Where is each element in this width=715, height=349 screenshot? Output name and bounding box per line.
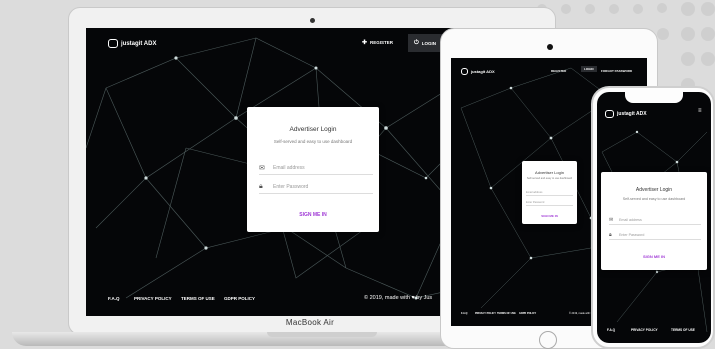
phone-login-title: Advertiser Login	[635, 187, 673, 193]
logo-icon	[108, 39, 118, 48]
register-user-icon: ✚	[362, 40, 368, 46]
phone-lock-icon: 🔒︎	[609, 231, 612, 238]
phone-notch	[625, 92, 683, 103]
laptop-camera	[310, 18, 315, 23]
phone-brand-name: justagit ADX	[617, 111, 647, 117]
tablet-sign-in-button[interactable]: SIGN ME IN	[522, 214, 577, 218]
tablet-password-placeholder: Enter Password	[526, 200, 545, 204]
tablet-email-placeholder: Email address	[526, 190, 543, 194]
register-link[interactable]: ✚ REGISTER	[362, 39, 393, 46]
phone-password-placeholder: Enter Password	[619, 232, 645, 237]
email-icon: ✉	[259, 165, 265, 172]
tablet-password-field[interactable]: Enter Password	[526, 199, 573, 206]
login-link[interactable]: ⏻ LOGIN	[408, 34, 442, 52]
footer-privacy[interactable]: PRIVACY POLICY	[134, 296, 172, 301]
tablet-footer-privacy[interactable]: PRIVACY POLICY	[475, 312, 496, 315]
phone-footer-privacy[interactable]: PRIVACY POLICY	[631, 328, 658, 332]
tablet-footer-faq[interactable]: F.A.Q	[461, 312, 467, 315]
tablet-forgot-label: FORGOT PASSWORD	[601, 69, 633, 73]
tablet-forgot-link[interactable]: FORGOT PASSWORD	[601, 69, 632, 73]
login-card: Advertiser Login Self-served and easy to…	[247, 107, 379, 232]
tablet-login-card: Advertiser Login Self-served and easy to…	[522, 161, 577, 224]
tablet-brand-name: justagit ADX	[471, 69, 495, 74]
login-subtitle: Self-served and easy to use dashboard	[273, 139, 353, 144]
tablet-register-link[interactable]: REGISTER	[551, 69, 566, 73]
tablet-logo-icon	[461, 68, 468, 75]
footer-terms[interactable]: TERMS OF USE	[181, 296, 215, 301]
register-label: REGISTER	[370, 40, 394, 45]
tablet-home-button	[539, 331, 557, 349]
phone-logo-icon	[605, 110, 614, 118]
laptop-model-label: MacBook Air	[285, 318, 335, 327]
email-field[interactable]: ✉ Email address	[259, 162, 373, 175]
tablet-brand[interactable]: justagit ADX	[461, 68, 495, 75]
menu-icon[interactable]: ≡	[698, 108, 705, 114]
phone-footer-faq[interactable]: F.A.Q	[607, 328, 615, 332]
tablet-login-label: LOGIN	[584, 67, 594, 71]
tablet-email-field[interactable]: Email address	[526, 189, 573, 196]
email-placeholder: Email address	[273, 165, 305, 171]
tablet-login-subtitle: Self-served and easy to use dashboard	[526, 177, 573, 180]
phone-login-subtitle: Self-served and easy to use dashboard	[622, 197, 686, 201]
tablet-camera	[547, 44, 553, 50]
footer-faq[interactable]: F.A.Q	[108, 296, 120, 301]
phone-screen: justagit ADX ≡ Advertiser Login Self-ser…	[597, 92, 711, 343]
tablet-login-title: Advertiser Login	[535, 170, 564, 175]
password-field[interactable]: 🔒︎ Enter Password	[259, 181, 373, 194]
laptop-notch	[267, 332, 377, 337]
phone-login-card: Advertiser Login Self-served and easy to…	[601, 172, 707, 270]
tablet-register-label: REGISTER	[551, 69, 567, 73]
brand-name: justagit ADX	[121, 40, 157, 47]
brand[interactable]: justagit ADX	[108, 39, 156, 48]
footer-gdpr[interactable]: GDPR POLICY	[224, 296, 255, 301]
lock-icon: 🔒︎	[259, 183, 263, 190]
sign-in-button[interactable]: SIGN ME IN	[247, 212, 379, 218]
phone-password-field[interactable]: 🔒︎ Enter Password	[609, 230, 701, 240]
tablet-footer-terms[interactable]: TERMS OF USE	[497, 312, 516, 315]
phone-brand[interactable]: justagit ADX	[605, 110, 647, 118]
login-label: LOGIN	[421, 40, 436, 46]
phone-email-icon: ✉	[609, 216, 614, 223]
tablet-footer-gdpr[interactable]: GDPR POLICY	[519, 312, 536, 315]
login-title: Advertiser Login	[289, 126, 337, 133]
login-icon: ⏻	[414, 39, 419, 46]
footer-copyright: © 2019, made with ♥ by Jus	[364, 295, 433, 301]
phone-email-placeholder: Email address	[619, 217, 642, 222]
tablet-login-link[interactable]: LOGIN	[581, 66, 597, 72]
phone-sign-in-button[interactable]: SIGN ME IN	[601, 254, 707, 259]
password-placeholder: Enter Password	[273, 184, 309, 190]
phone-footer-terms[interactable]: TERMS OF USE	[671, 328, 695, 332]
phone-email-field[interactable]: ✉ Email address	[609, 215, 701, 225]
